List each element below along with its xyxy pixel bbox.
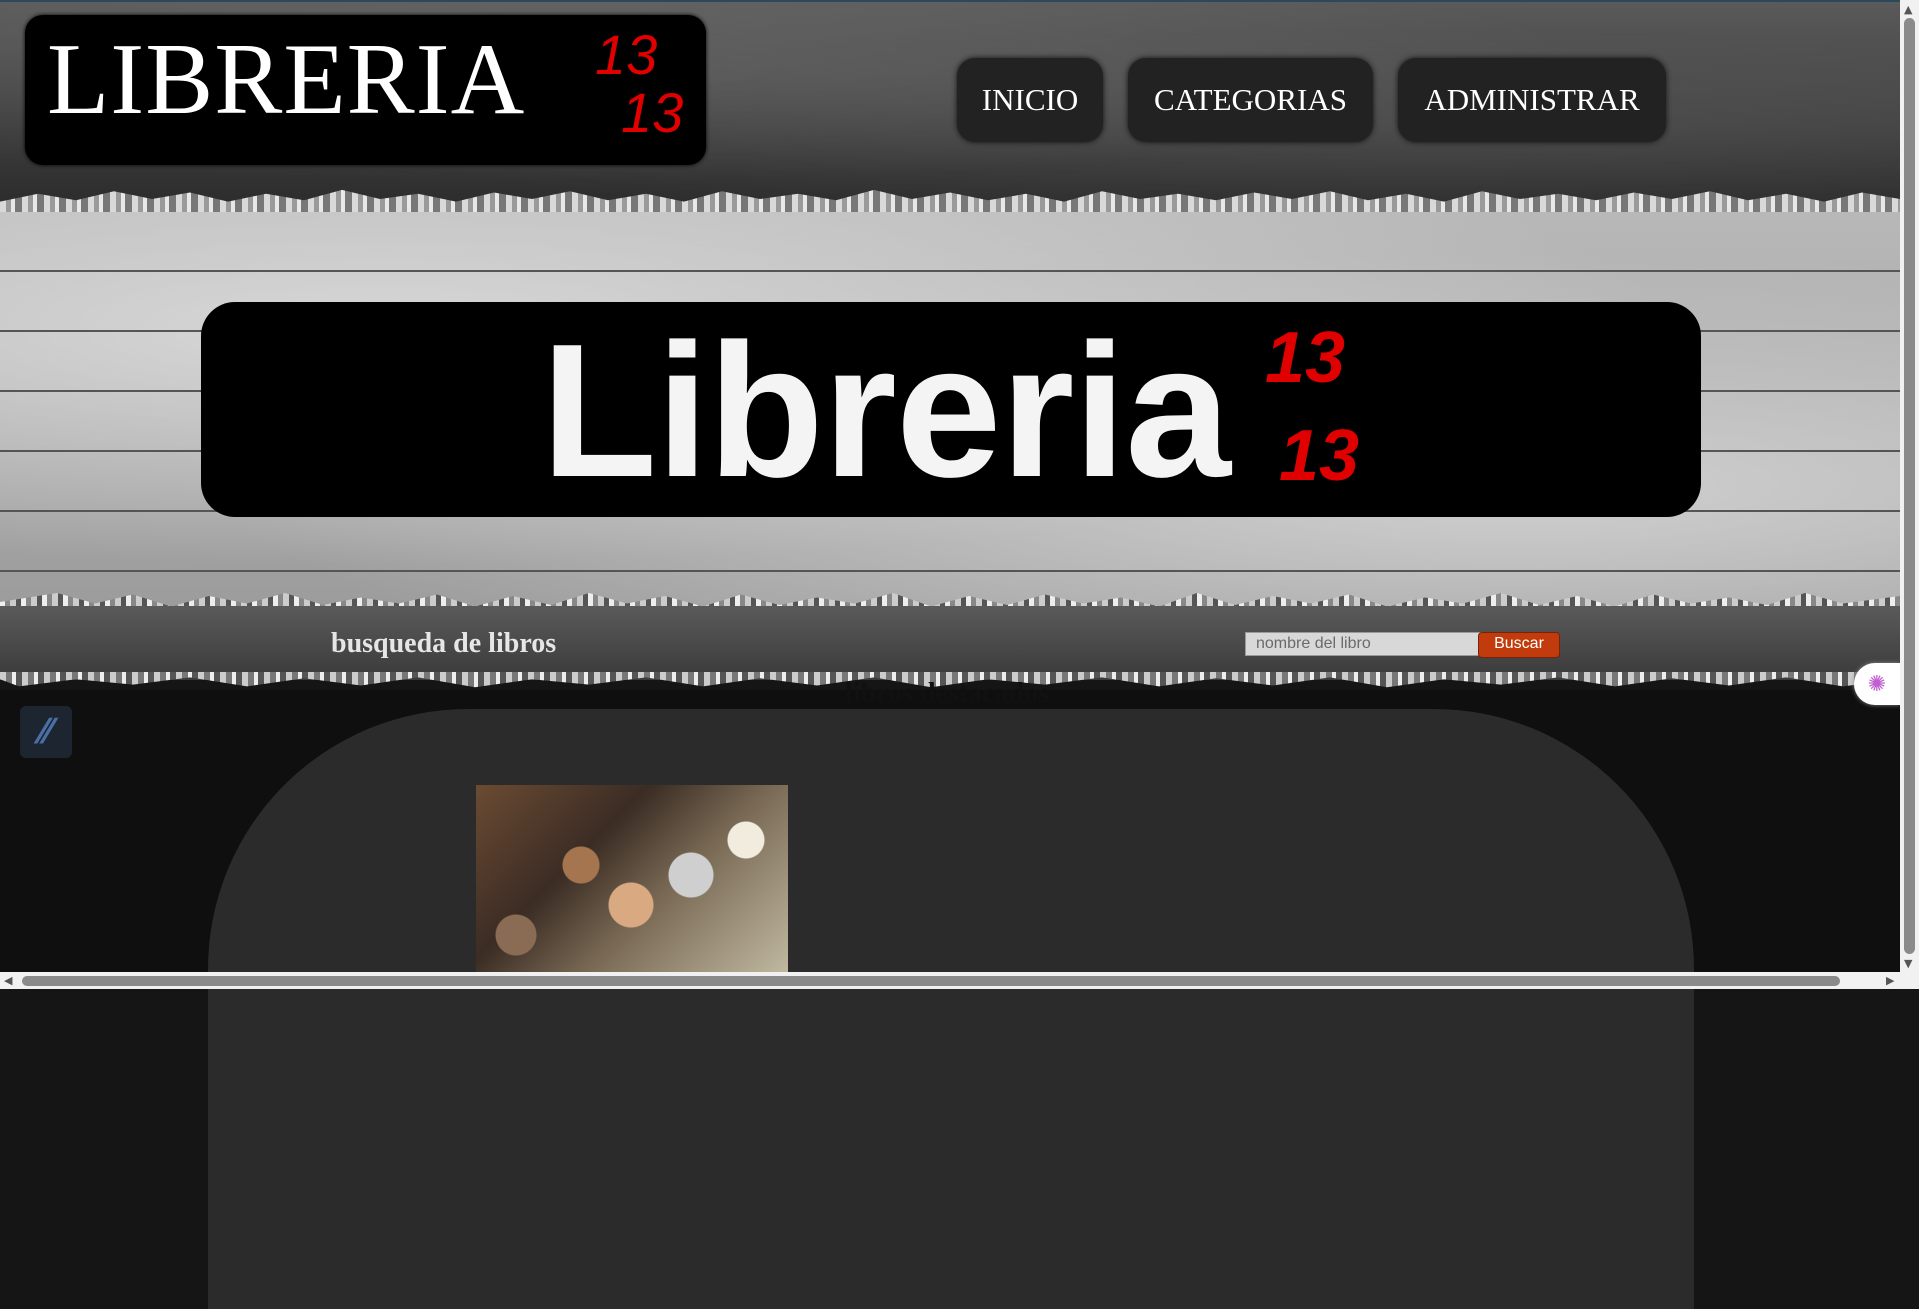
nav-inicio[interactable]: INICIO bbox=[957, 58, 1103, 142]
scroll-left-arrow-icon[interactable]: ◀ bbox=[4, 975, 12, 986]
vertical-scroll-thumb[interactable] bbox=[1904, 18, 1915, 954]
site-logo[interactable]: LIBRERIA 13 13 bbox=[25, 15, 706, 165]
diagonal-stripes-icon[interactable]: ⁄⁄ bbox=[20, 706, 72, 758]
banner-logo-box: Libreria 13 13 bbox=[201, 302, 1701, 517]
scroll-down-arrow-icon[interactable]: ▼ bbox=[1904, 958, 1912, 969]
nav-administrar[interactable]: ADMINISTRAR bbox=[1398, 58, 1666, 142]
search-label: busqueda de libros bbox=[331, 628, 557, 659]
logo-number-bottom: 13 bbox=[621, 81, 684, 144]
search-input[interactable] bbox=[1245, 632, 1498, 656]
scroll-up-arrow-icon[interactable]: ▲ bbox=[1904, 4, 1912, 15]
logo-number-top: 13 bbox=[595, 23, 658, 86]
vertical-scrollbar[interactable]: ▲ ▼ bbox=[1900, 0, 1919, 972]
scroll-right-arrow-icon[interactable]: ▶ bbox=[1886, 975, 1894, 986]
section-title: libros destacados bbox=[845, 678, 1050, 709]
horizontal-scroll-thumb[interactable] bbox=[22, 976, 1840, 986]
banner-number-top: 13 bbox=[1265, 318, 1346, 398]
banner-title: Libreria bbox=[541, 305, 1231, 517]
search-bar-area bbox=[0, 606, 1900, 680]
nav-categorias[interactable]: CATEGORIAS bbox=[1128, 58, 1373, 142]
logo-text: LIBRERIA bbox=[47, 23, 526, 136]
brain-icon[interactable]: ✺ bbox=[1854, 663, 1900, 705]
horizontal-scrollbar[interactable]: ◀ ▶ bbox=[0, 972, 1919, 989]
search-button[interactable]: Buscar bbox=[1478, 632, 1560, 658]
banner-number-bottom: 13 bbox=[1279, 416, 1360, 496]
book-cover-image[interactable] bbox=[476, 785, 788, 972]
content-panel bbox=[208, 709, 1694, 1309]
